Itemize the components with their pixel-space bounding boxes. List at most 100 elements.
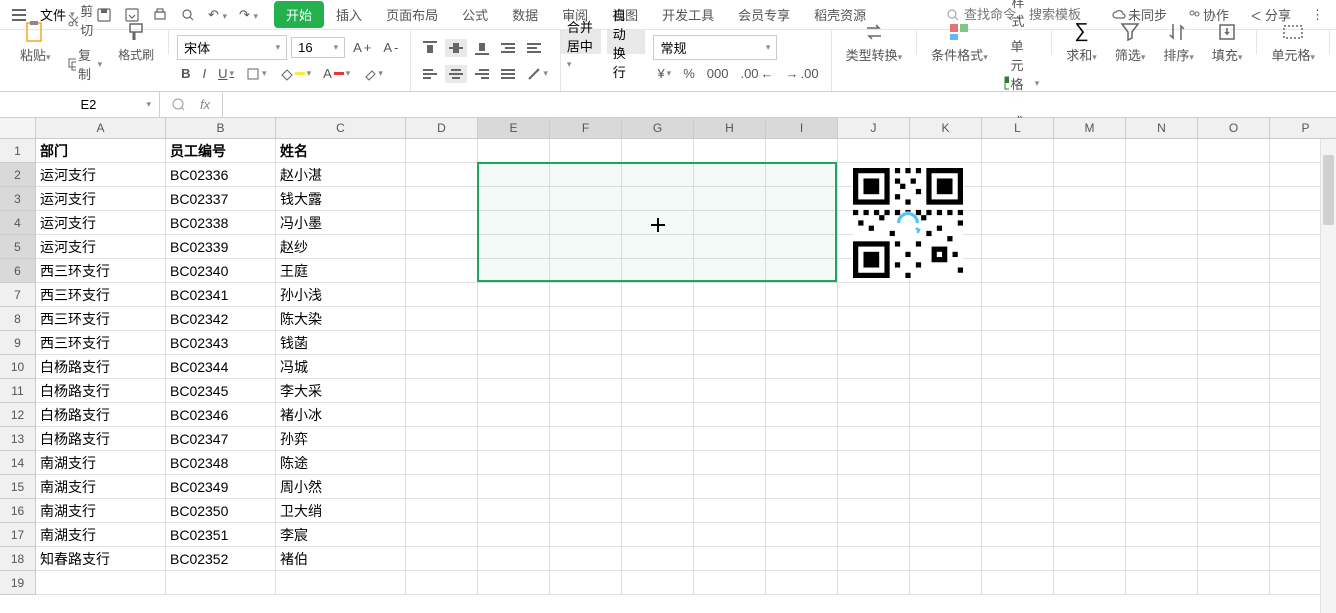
format-painter-button[interactable]: 格式刷 bbox=[112, 20, 160, 65]
formula-input[interactable] bbox=[231, 97, 1328, 112]
clear-format-button[interactable]: ▾ bbox=[358, 65, 387, 83]
cell-O9[interactable] bbox=[1198, 331, 1270, 355]
cell-C6[interactable]: 王庭 bbox=[276, 259, 406, 283]
cell-K10[interactable] bbox=[910, 355, 982, 379]
tab-1[interactable]: 插入 bbox=[324, 1, 374, 28]
row-header-9[interactable]: 9 bbox=[0, 331, 36, 355]
cell-A10[interactable]: 白杨路支行 bbox=[36, 355, 166, 379]
align-right-button[interactable] bbox=[471, 65, 493, 83]
cell-H14[interactable] bbox=[694, 451, 766, 475]
cell-N13[interactable] bbox=[1126, 427, 1198, 451]
cell-F9[interactable] bbox=[550, 331, 622, 355]
cell-F18[interactable] bbox=[550, 547, 622, 571]
fill-button[interactable]: 填充▾ bbox=[1206, 19, 1249, 66]
cell-M18[interactable] bbox=[1054, 547, 1126, 571]
cell-L11[interactable] bbox=[982, 379, 1054, 403]
cell-C11[interactable]: 李大采 bbox=[276, 379, 406, 403]
cell-I4[interactable] bbox=[766, 211, 838, 235]
col-header-L[interactable]: L bbox=[982, 118, 1054, 139]
cell-L6[interactable] bbox=[982, 259, 1054, 283]
align-center-button[interactable] bbox=[445, 65, 467, 83]
bold-button[interactable]: B bbox=[177, 64, 194, 83]
cell-F6[interactable] bbox=[550, 259, 622, 283]
cell-L1[interactable] bbox=[982, 139, 1054, 163]
row-header-15[interactable]: 15 bbox=[0, 475, 36, 499]
cell-M3[interactable] bbox=[1054, 187, 1126, 211]
indent-decrease-button[interactable] bbox=[497, 39, 519, 57]
cell-I18[interactable] bbox=[766, 547, 838, 571]
cell-A2[interactable]: 运河支行 bbox=[36, 163, 166, 187]
cell-F13[interactable] bbox=[550, 427, 622, 451]
cell-L3[interactable] bbox=[982, 187, 1054, 211]
cell-E14[interactable] bbox=[478, 451, 550, 475]
cell-K1[interactable] bbox=[910, 139, 982, 163]
comma-button[interactable]: 000 bbox=[703, 64, 733, 83]
cell-button[interactable]: 单元格▾ bbox=[1265, 19, 1321, 66]
col-header-O[interactable]: O bbox=[1198, 118, 1270, 139]
cell-G2[interactable] bbox=[622, 163, 694, 187]
cell-B19[interactable] bbox=[166, 571, 276, 595]
col-header-M[interactable]: M bbox=[1054, 118, 1126, 139]
cell-L15[interactable] bbox=[982, 475, 1054, 499]
cell-M6[interactable] bbox=[1054, 259, 1126, 283]
cell-G3[interactable] bbox=[622, 187, 694, 211]
cell-C5[interactable]: 赵纱 bbox=[276, 235, 406, 259]
row-header-1[interactable]: 1 bbox=[0, 139, 36, 163]
cell-J10[interactable] bbox=[838, 355, 910, 379]
cell-H4[interactable] bbox=[694, 211, 766, 235]
cell-O3[interactable] bbox=[1198, 187, 1270, 211]
tab-0[interactable]: 开始 bbox=[274, 1, 324, 28]
cell-E16[interactable] bbox=[478, 499, 550, 523]
cell-F17[interactable] bbox=[550, 523, 622, 547]
tab-3[interactable]: 公式 bbox=[450, 1, 500, 28]
cell-E8[interactable] bbox=[478, 307, 550, 331]
cell-L4[interactable] bbox=[982, 211, 1054, 235]
cell-A3[interactable]: 运河支行 bbox=[36, 187, 166, 211]
cell-K11[interactable] bbox=[910, 379, 982, 403]
cell-I16[interactable] bbox=[766, 499, 838, 523]
cell-D16[interactable] bbox=[406, 499, 478, 523]
cell-F11[interactable] bbox=[550, 379, 622, 403]
cell-B4[interactable]: BC02338 bbox=[166, 211, 276, 235]
cell-N16[interactable] bbox=[1126, 499, 1198, 523]
tab-7[interactable]: 开发工具 bbox=[650, 1, 726, 28]
cell-F7[interactable] bbox=[550, 283, 622, 307]
cell-L12[interactable] bbox=[982, 403, 1054, 427]
tab-8[interactable]: 会员专享 bbox=[726, 1, 802, 28]
cell-N9[interactable] bbox=[1126, 331, 1198, 355]
font-color-button[interactable]: A▾ bbox=[319, 64, 354, 83]
paste-button[interactable]: 粘贴▾ bbox=[14, 19, 57, 66]
cell-B13[interactable]: BC02347 bbox=[166, 427, 276, 451]
cell-B7[interactable]: BC02341 bbox=[166, 283, 276, 307]
cell-K14[interactable] bbox=[910, 451, 982, 475]
cell-B17[interactable]: BC02351 bbox=[166, 523, 276, 547]
cell-D4[interactable] bbox=[406, 211, 478, 235]
cell-C13[interactable]: 孙弈 bbox=[276, 427, 406, 451]
cell-H7[interactable] bbox=[694, 283, 766, 307]
row-header-8[interactable]: 8 bbox=[0, 307, 36, 331]
cell-B2[interactable]: BC02336 bbox=[166, 163, 276, 187]
cell-G8[interactable] bbox=[622, 307, 694, 331]
cell-G17[interactable] bbox=[622, 523, 694, 547]
cell-A19[interactable] bbox=[36, 571, 166, 595]
cell-H2[interactable] bbox=[694, 163, 766, 187]
cell-F12[interactable] bbox=[550, 403, 622, 427]
cell-D12[interactable] bbox=[406, 403, 478, 427]
cell-D6[interactable] bbox=[406, 259, 478, 283]
cell-B14[interactable]: BC02348 bbox=[166, 451, 276, 475]
increase-decimal-button[interactable]: .00← bbox=[736, 64, 777, 83]
cell-A12[interactable]: 白杨路支行 bbox=[36, 403, 166, 427]
cell-D9[interactable] bbox=[406, 331, 478, 355]
cell-G1[interactable] bbox=[622, 139, 694, 163]
vertical-scrollbar[interactable] bbox=[1320, 139, 1336, 613]
cell-N17[interactable] bbox=[1126, 523, 1198, 547]
cell-D5[interactable] bbox=[406, 235, 478, 259]
cell-I1[interactable] bbox=[766, 139, 838, 163]
cell-L17[interactable] bbox=[982, 523, 1054, 547]
cond-format-button[interactable]: 条件格式▾ bbox=[925, 19, 994, 66]
cell-E4[interactable] bbox=[478, 211, 550, 235]
cell-E5[interactable] bbox=[478, 235, 550, 259]
cell-K19[interactable] bbox=[910, 571, 982, 595]
cell-G18[interactable] bbox=[622, 547, 694, 571]
cell-D7[interactable] bbox=[406, 283, 478, 307]
